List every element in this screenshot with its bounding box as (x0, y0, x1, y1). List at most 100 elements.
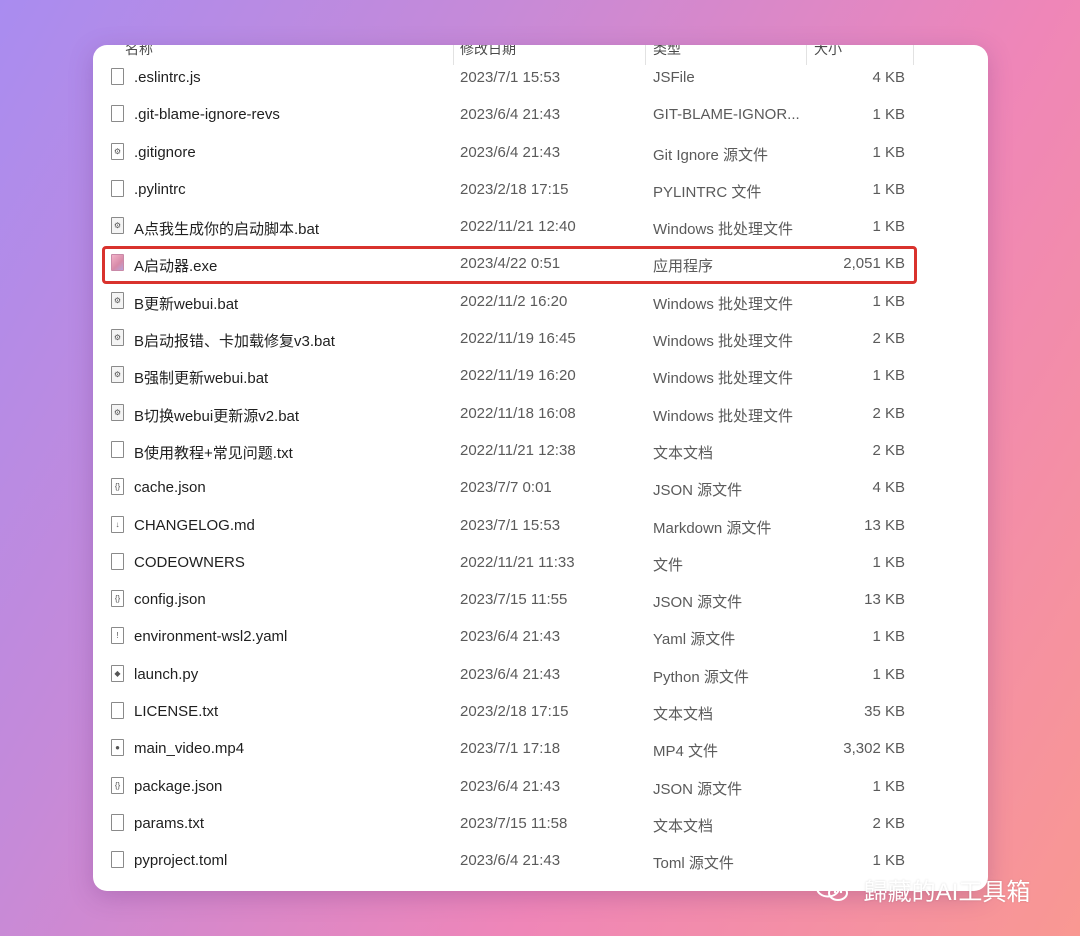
file-name: package.json (134, 777, 223, 795)
batch-file-icon: ⚙ (111, 403, 124, 421)
batch-file-icon: ⚙ (111, 329, 124, 347)
column-header: 名称 修改日期 类型 大小 (93, 45, 988, 65)
markdown-file-icon: ↓ (111, 515, 124, 533)
file-row[interactable]: .eslintrc.js 2023/7/1 15:53 JSFile 4 KB (93, 60, 988, 97)
file-modified-date: 2023/6/4 21:43 (460, 665, 561, 683)
file-size: 2 KB (872, 441, 905, 459)
file-modified-date: 2023/2/18 17:15 (460, 703, 569, 721)
file-modified-date: 2022/11/19 16:20 (460, 367, 576, 385)
text-file-icon (111, 702, 124, 720)
file-row[interactable]: .git-blame-ignore-revs 2023/6/4 21:43 GIT-… (93, 97, 988, 134)
file-modified-date: 2023/7/1 15:53 (460, 516, 561, 534)
column-header-date[interactable]: 修改日期 (460, 45, 516, 59)
file-type: MP4 文件 (653, 743, 719, 761)
text-file-icon (111, 851, 124, 869)
file-name: .gitignore (134, 143, 196, 161)
file-row[interactable]: ! environment-wsl2.yaml 2023/6/4 21:43 Yaml… (93, 619, 988, 656)
yaml-file-icon: ! (111, 627, 124, 645)
file-row[interactable]: ⚙ .gitignore 2023/6/4 21:43 Git Ignore 源文件 1… (93, 135, 988, 172)
watermark: 歸藏的AI工具箱 (815, 872, 1030, 906)
file-type: Python 源文件 (653, 668, 749, 686)
column-header-type[interactable]: 类型 (653, 45, 681, 59)
text-file-icon (111, 179, 124, 197)
file-row[interactable]: CODEOWNERS 2022/11/21 11:33 文件 1 KB (93, 545, 988, 582)
file-name: B更新webui.bat (134, 295, 239, 313)
file-name: environment-wsl2.yaml (134, 628, 288, 646)
file-name: A启动器.exe (134, 258, 218, 276)
file-size: 1 KB (872, 367, 905, 385)
batch-file-icon: ⚙ (111, 291, 124, 309)
file-type: PYLINTRC 文件 (653, 183, 762, 201)
video-file-icon: ● (111, 739, 124, 757)
file-row[interactable]: LICENSE.txt 2023/2/18 17:15 文本文档 35 KB (93, 694, 988, 731)
file-name: launch.py (134, 665, 199, 683)
file-row[interactable]: ⚙ B强制更新webui.bat 2022/11/19 16:20 Windows 批… (93, 358, 988, 395)
file-row[interactable]: {} config.json 2023/7/15 11:55 JSON 源文件 13 K… (93, 582, 988, 619)
file-modified-date: 2023/6/4 21:43 (460, 628, 561, 646)
file-list: .eslintrc.js 2023/7/1 15:53 JSFile 4 KB .git… (93, 60, 988, 881)
file-type: 文本文档 (653, 706, 714, 724)
file-name: B切换webui更新源v2.bat (134, 407, 300, 425)
file-type: JSON 源文件 (653, 780, 743, 798)
file-row[interactable]: ● main_video.mp4 2023/7/1 17:18 MP4 文件 3,302… (93, 731, 988, 768)
file-modified-date: 2023/6/4 21:43 (460, 143, 561, 161)
file-type: GIT-BLAME-IGNOR... (653, 106, 800, 124)
file-explorer-window: 名称 修改日期 类型 大小 .eslintrc.js 2023/7/1 15:53… (93, 45, 988, 891)
file-type: JSON 源文件 (653, 594, 743, 612)
file-row[interactable]: {} cache.json 2023/7/7 0:01 JSON 源文件 4 KB (93, 470, 988, 507)
file-row[interactable]: ⚙ B切换webui更新源v2.bat 2022/11/18 16:08 Window… (93, 396, 988, 433)
file-row[interactable]: .pylintrc 2023/2/18 17:15 PYLINTRC 文件 1 KB (93, 172, 988, 209)
text-file-icon (111, 813, 124, 831)
column-header-size[interactable]: 大小 (814, 45, 842, 59)
file-type: 文件 (653, 556, 684, 574)
file-name: CODEOWNERS (134, 553, 245, 571)
file-type: JSON 源文件 (653, 482, 743, 500)
file-modified-date: 2023/7/15 11:55 (460, 591, 568, 609)
file-row[interactable]: ◆ launch.py 2023/6/4 21:43 Python 源文件 1 KB (93, 657, 988, 694)
file-row[interactable]: ↓ CHANGELOG.md 2023/7/1 15:53 Markdown 源文件 1… (93, 508, 988, 545)
column-header-name[interactable]: 名称 (125, 45, 153, 59)
file-row[interactable]: ⚙ B更新webui.bat 2022/11/2 16:20 Windows 批处理文… (93, 284, 988, 321)
file-type: Windows 批处理文件 (653, 295, 794, 313)
file-type: Windows 批处理文件 (653, 370, 794, 388)
file-size: 2 KB (872, 404, 905, 422)
python-file-icon: ◆ (111, 664, 124, 682)
file-row[interactable]: A启动器.exe 2023/4/22 0:51 应用程序 2,051 KB (93, 246, 988, 283)
file-modified-date: 2022/11/19 16:45 (460, 330, 576, 348)
json-file-icon: {} (111, 478, 124, 496)
file-size: 2 KB (872, 814, 905, 832)
file-type: Markdown 源文件 (653, 519, 772, 537)
file-size: 1 KB (872, 665, 905, 683)
file-row[interactable]: {} package.json 2023/6/4 21:43 JSON 源文件 1 KB (93, 769, 988, 806)
file-modified-date: 2022/11/21 11:33 (460, 553, 575, 571)
text-file-icon (111, 105, 124, 123)
file-modified-date: 2022/11/21 12:40 (460, 218, 576, 236)
file-row[interactable]: ⚙ A点我生成你的启动脚本.bat 2022/11/21 12:40 Windows … (93, 209, 988, 246)
file-row[interactable]: params.txt 2023/7/15 11:58 文本文档 2 KB (93, 806, 988, 843)
file-modified-date: 2023/7/7 0:01 (460, 479, 552, 497)
file-size: 4 KB (872, 69, 905, 86)
file-modified-date: 2023/6/4 21:43 (460, 852, 561, 870)
file-size: 1 KB (872, 852, 905, 870)
file-size: 13 KB (864, 516, 905, 534)
file-size: 2,051 KB (843, 255, 905, 273)
file-name: CHANGELOG.md (134, 516, 255, 534)
file-modified-date: 2022/11/2 16:20 (460, 292, 568, 310)
file-size: 1 KB (872, 553, 905, 571)
file-type: 文本文档 (653, 817, 714, 835)
file-modified-date: 2023/7/15 11:58 (460, 814, 568, 832)
text-file-icon (111, 68, 124, 85)
json-file-icon: {} (111, 776, 124, 794)
file-name: B使用教程+常见问题.txt (134, 444, 293, 462)
file-size: 1 KB (872, 218, 905, 236)
file-modified-date: 2023/6/4 21:43 (460, 106, 561, 124)
file-modified-date: 2023/6/4 21:43 (460, 777, 561, 795)
file-size: 35 KB (864, 703, 905, 721)
file-modified-date: 2023/2/18 17:15 (460, 180, 569, 198)
file-type: Toml 源文件 (653, 855, 734, 873)
file-row[interactable]: ⚙ B启动报错、卡加载修复v3.bat 2022/11/19 16:45 Window… (93, 321, 988, 358)
file-size: 1 KB (872, 292, 905, 310)
file-name: .git-blame-ignore-revs (134, 106, 280, 124)
file-size: 1 KB (872, 106, 905, 124)
file-row[interactable]: B使用教程+常见问题.txt 2022/11/21 12:38 文本文档 2 KB (93, 433, 988, 470)
